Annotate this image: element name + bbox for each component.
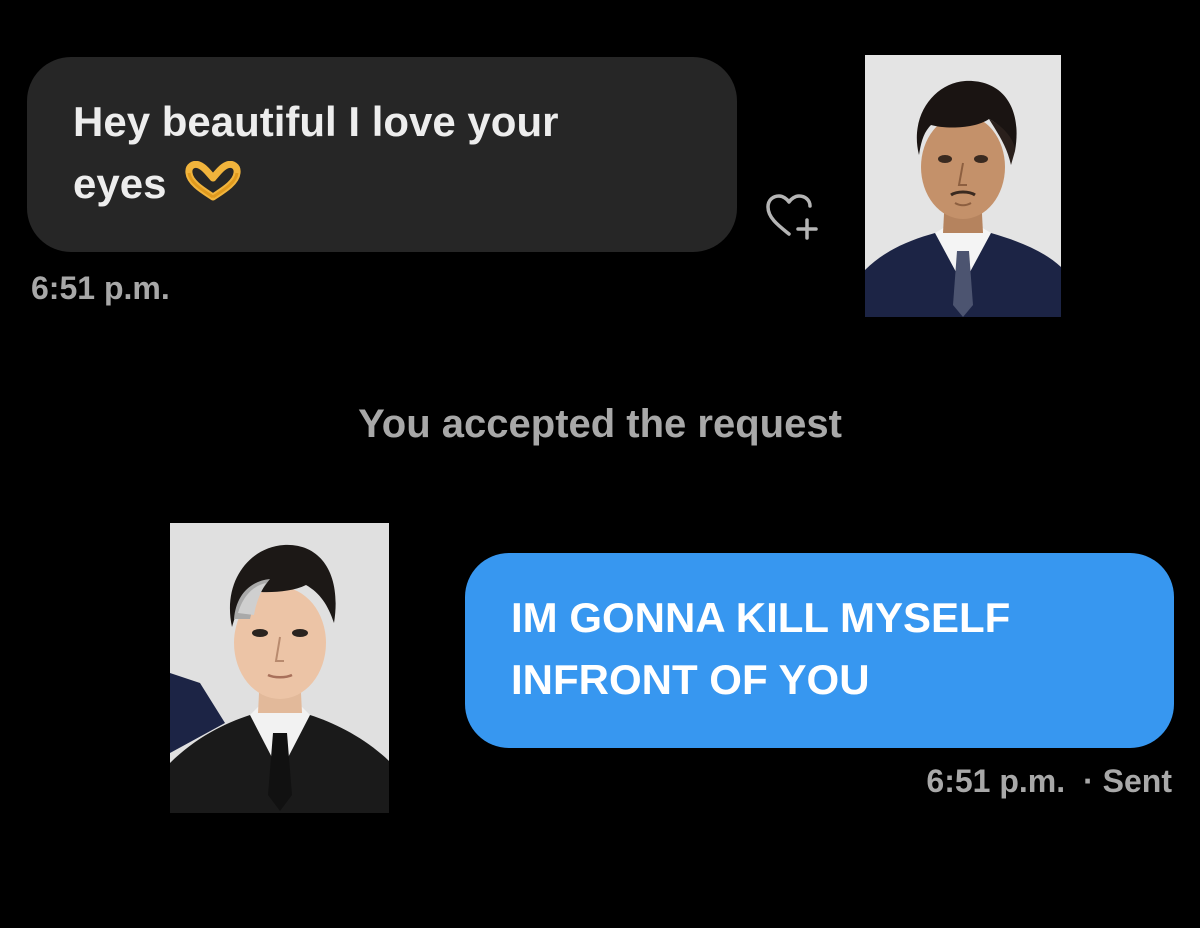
incoming-message-bubble[interactable]: Hey beautiful I love your eyes — [27, 57, 737, 252]
incoming-message-text-eyes: eyes — [73, 160, 167, 207]
incoming-timestamp: 6:51 p.m. — [31, 270, 170, 306]
sent-status: · Sent — [1083, 763, 1172, 799]
request-accepted-notice: You accepted the request — [358, 402, 842, 446]
outgoing-timestamp: 6:51 p.m. — [926, 763, 1066, 799]
outgoing-message-line-1: IM GONNA KILL MYSELF — [511, 594, 1011, 641]
portrait-image-dark-hair-man — [865, 55, 1061, 317]
outgoing-message-line-2: INFRONT OF YOU — [511, 656, 870, 703]
portrait-image-grey-streak-man — [170, 523, 389, 813]
heart-hands-emoji-icon — [184, 156, 242, 218]
incoming-message-line-2: eyes — [73, 153, 697, 218]
incoming-message-line-1: Hey beautiful I love your — [73, 98, 559, 145]
outgoing-message-bubble[interactable]: IM GONNA KILL MYSELF INFRONT OF YOU — [465, 553, 1174, 748]
outgoing-message-meta: 6:51 p.m. · Sent — [926, 763, 1172, 800]
heart-plus-icon[interactable] — [763, 190, 827, 246]
